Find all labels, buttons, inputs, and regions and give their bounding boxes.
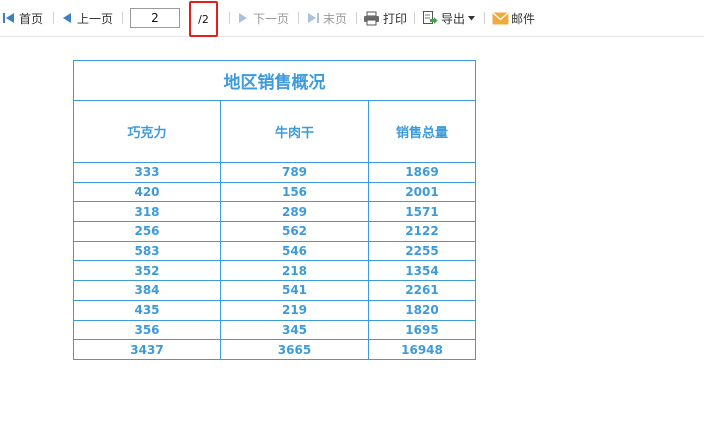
table-row: 384 541 2261 bbox=[73, 280, 477, 301]
printer-icon bbox=[364, 11, 379, 25]
table-cell: 1869 bbox=[367, 162, 477, 183]
table-row: 318 289 1571 bbox=[73, 201, 477, 223]
table-row: 420 156 2001 bbox=[73, 181, 477, 203]
table-cell: 219 bbox=[220, 299, 369, 321]
table-cell: 1571 bbox=[367, 201, 477, 223]
export-label: 导出 bbox=[441, 11, 466, 26]
table-cell: 2255 bbox=[367, 240, 477, 262]
table-row: 352 218 1354 bbox=[73, 260, 477, 282]
next-page-label: 下一页 bbox=[253, 11, 290, 26]
table-cell: 562 bbox=[220, 221, 369, 242]
table-row: 256 562 2122 bbox=[73, 221, 477, 242]
next-page-button[interactable]: 下一页 bbox=[237, 9, 289, 27]
print-button[interactable]: 打印 bbox=[363, 9, 407, 27]
export-icon bbox=[423, 11, 438, 24]
print-label: 打印 bbox=[383, 11, 408, 26]
table-cell: 256 bbox=[73, 221, 221, 242]
last-page-label: 末页 bbox=[323, 11, 348, 26]
prev-page-button[interactable]: 上一页 bbox=[61, 9, 113, 27]
toolbar-divider bbox=[484, 12, 485, 24]
table-cell: 1695 bbox=[367, 319, 477, 341]
table-row: 356 345 1695 bbox=[73, 319, 477, 341]
toolbar-divider bbox=[53, 12, 54, 24]
table-cell: 2001 bbox=[367, 181, 477, 203]
table-cell: 1820 bbox=[367, 299, 477, 321]
column-header: 牛肉干 bbox=[220, 100, 369, 163]
caret-down-icon bbox=[468, 15, 476, 20]
toolbar-divider bbox=[356, 12, 357, 24]
report-header-row: 巧克力 牛肉干 销售总量 bbox=[73, 100, 477, 163]
table-cell: 318 bbox=[73, 201, 221, 223]
mail-label: 邮件 bbox=[511, 11, 536, 26]
total-pages-highlight: /2 bbox=[189, 1, 218, 37]
page-number-input[interactable] bbox=[130, 8, 180, 28]
first-page-button[interactable]: 首页 bbox=[2, 9, 43, 27]
table-cell: 333 bbox=[73, 162, 221, 183]
table-cell: 16948 bbox=[367, 339, 477, 360]
table-cell: 2261 bbox=[367, 280, 477, 301]
envelope-icon bbox=[492, 12, 509, 24]
table-cell: 218 bbox=[220, 260, 369, 282]
table-row: 583 546 2255 bbox=[73, 240, 477, 262]
table-cell: 3437 bbox=[73, 339, 221, 360]
table-cell: 156 bbox=[220, 181, 369, 203]
table-cell: 1354 bbox=[367, 260, 477, 282]
table-cell: 2122 bbox=[367, 221, 477, 242]
toolbar-divider bbox=[229, 12, 230, 24]
last-page-button[interactable]: 末页 bbox=[306, 9, 347, 27]
toolbar-divider bbox=[414, 12, 415, 24]
sales-report-table: 地区销售概况 巧克力 牛肉干 销售总量 333 789 1869 420 156 2001… bbox=[72, 60, 477, 360]
report-title-row: 地区销售概况 bbox=[72, 60, 477, 101]
table-cell: 420 bbox=[73, 181, 221, 203]
column-header: 销售总量 bbox=[367, 100, 477, 163]
total-pages-label: /2 bbox=[198, 13, 209, 26]
last-page-icon bbox=[308, 13, 319, 23]
table-cell: 541 bbox=[220, 280, 369, 301]
first-page-icon bbox=[3, 13, 14, 23]
column-header: 巧克力 bbox=[73, 100, 221, 163]
table-cell: 356 bbox=[73, 319, 221, 341]
table-cell: 546 bbox=[220, 240, 369, 262]
next-page-icon bbox=[239, 13, 247, 23]
report-toolbar: 首页 上一页 /2 下一页 末页 打 bbox=[0, 0, 704, 37]
table-cell: 289 bbox=[220, 201, 369, 223]
table-cell: 435 bbox=[73, 299, 221, 321]
export-button[interactable]: 导出 bbox=[422, 9, 476, 27]
table-row: 435 219 1820 bbox=[73, 299, 477, 321]
table-row: 333 789 1869 bbox=[73, 162, 477, 183]
table-total-row: 3437 3665 16948 bbox=[73, 339, 477, 360]
toolbar-divider bbox=[298, 12, 299, 24]
mail-button[interactable]: 邮件 bbox=[492, 9, 535, 27]
prev-page-icon bbox=[63, 13, 71, 23]
table-cell: 3665 bbox=[220, 339, 369, 360]
table-cell: 583 bbox=[73, 240, 221, 262]
prev-page-label: 上一页 bbox=[77, 11, 114, 26]
report-body: 333 789 1869 420 156 2001 318 289 1571 256 562 2122… bbox=[73, 162, 477, 360]
report-title: 地区销售概况 bbox=[72, 60, 477, 101]
table-cell: 345 bbox=[220, 319, 369, 341]
toolbar-divider bbox=[122, 12, 123, 24]
first-page-label: 首页 bbox=[19, 11, 44, 26]
table-cell: 352 bbox=[73, 260, 221, 282]
table-cell: 789 bbox=[220, 162, 369, 183]
table-cell: 384 bbox=[73, 280, 221, 301]
